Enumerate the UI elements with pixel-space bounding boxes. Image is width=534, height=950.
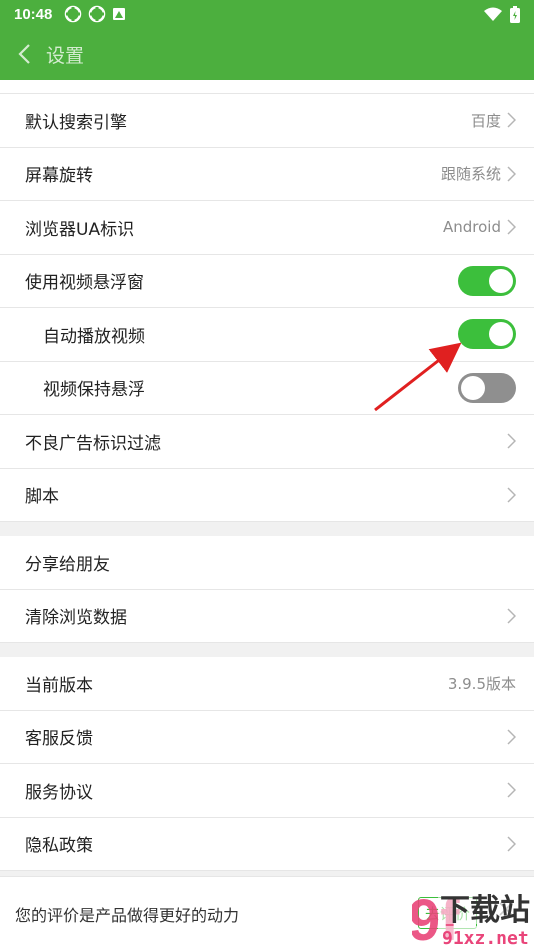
section-gap [0, 643, 534, 657]
group-data: 分享给朋友 清除浏览数据 [0, 536, 534, 643]
section-gap [0, 522, 534, 536]
wifi-icon [484, 7, 502, 21]
watermark-text: 下载站 [440, 893, 530, 928]
setting-value: 百度 [470, 111, 501, 130]
setting-value: Android [443, 218, 501, 237]
back-button[interactable] [2, 28, 46, 80]
notification-icons [64, 5, 126, 23]
setting-service-agreement[interactable]: 服务协议 [0, 764, 534, 818]
setting-current-version: 当前版本 3.9.5版本 [0, 657, 534, 711]
autoplay-video-toggle[interactable] [458, 319, 516, 350]
setting-screen-rotation[interactable]: 屏幕旋转 跟随系统 [0, 148, 534, 201]
setting-share-with-friends[interactable]: 分享给朋友 [0, 536, 534, 590]
setting-label: 屏幕旋转 [25, 166, 93, 187]
page-title: 设置 [46, 44, 85, 67]
setting-label: 视频保持悬浮 [43, 380, 145, 401]
keep-floating-toggle[interactable] [458, 372, 516, 403]
setting-label: 脚本 [25, 487, 59, 508]
chevron-right-icon [507, 729, 516, 745]
setting-customer-feedback[interactable]: 客服反馈 [0, 711, 534, 764]
image-notification-icon [113, 8, 126, 20]
chevron-right-icon [507, 166, 516, 182]
setting-label: 当前版本 [25, 675, 93, 696]
chevron-left-icon [18, 44, 30, 64]
chevron-right-icon [507, 836, 516, 852]
setting-scripts[interactable]: 脚本 [0, 469, 534, 522]
site-watermark: 9f 下载站 91xz.net [412, 888, 534, 950]
toggle-knob [489, 322, 513, 347]
setting-label: 客服反馈 [25, 729, 93, 750]
status-time: 10:48 [14, 5, 53, 23]
setting-privacy-policy[interactable]: 隐私政策 [0, 818, 534, 871]
version-value: 3.9.5版本 [447, 674, 516, 693]
setting-default-search-engine[interactable]: 默认搜索引擎 百度 [0, 94, 534, 148]
setting-label: 自动播放视频 [43, 326, 145, 347]
chevron-right-icon [507, 112, 516, 128]
setting-label: 服务协议 [25, 782, 93, 803]
status-bar: 10:48 [0, 0, 534, 28]
app-notification-icon-2 [89, 5, 106, 23]
group-browser: 默认搜索引擎 百度 屏幕旋转 跟随系统 浏览器UA标识 Android 使用视频… [0, 94, 534, 522]
chevron-right-icon [507, 219, 516, 235]
group-about: 当前版本 3.9.5版本 客服反馈 服务协议 隐私政策 [0, 657, 534, 871]
setting-label: 使用视频悬浮窗 [25, 273, 144, 294]
watermark-domain: 91xz.net [442, 928, 529, 949]
rating-message: 您的评价是产品做得更好的动力 [15, 905, 240, 925]
setting-label: 不良广告标识过滤 [25, 433, 161, 454]
settings-list: 默认搜索引擎 百度 屏幕旋转 跟随系统 浏览器UA标识 Android 使用视频… [0, 80, 534, 871]
video-float-toggle[interactable] [458, 265, 516, 296]
setting-browser-ua[interactable]: 浏览器UA标识 Android [0, 201, 534, 255]
toggle-knob [461, 375, 485, 400]
setting-label: 清除浏览数据 [25, 608, 127, 629]
chevron-right-icon [507, 433, 516, 449]
app-notification-icon [65, 5, 82, 23]
setting-video-float-window: 使用视频悬浮窗 [0, 255, 534, 308]
chevron-right-icon [507, 782, 516, 798]
setting-keep-video-floating: 视频保持悬浮 [0, 362, 534, 415]
setting-label: 分享给朋友 [25, 554, 110, 575]
setting-clear-browsing-data[interactable]: 清除浏览数据 [0, 590, 534, 643]
list-top-strip [0, 80, 534, 94]
setting-label: 浏览器UA标识 [25, 219, 135, 240]
setting-autoplay-video: 自动播放视频 [0, 308, 534, 362]
chevron-right-icon [507, 487, 516, 503]
setting-label: 默认搜索引擎 [25, 112, 127, 133]
setting-ad-filter[interactable]: 不良广告标识过滤 [0, 415, 534, 469]
setting-label: 隐私政策 [25, 836, 93, 857]
battery-icon [510, 5, 520, 23]
toggle-knob [489, 268, 513, 293]
app-bar: 设置 [0, 28, 534, 80]
chevron-right-icon [507, 608, 516, 624]
setting-value: 跟随系统 [440, 165, 501, 184]
